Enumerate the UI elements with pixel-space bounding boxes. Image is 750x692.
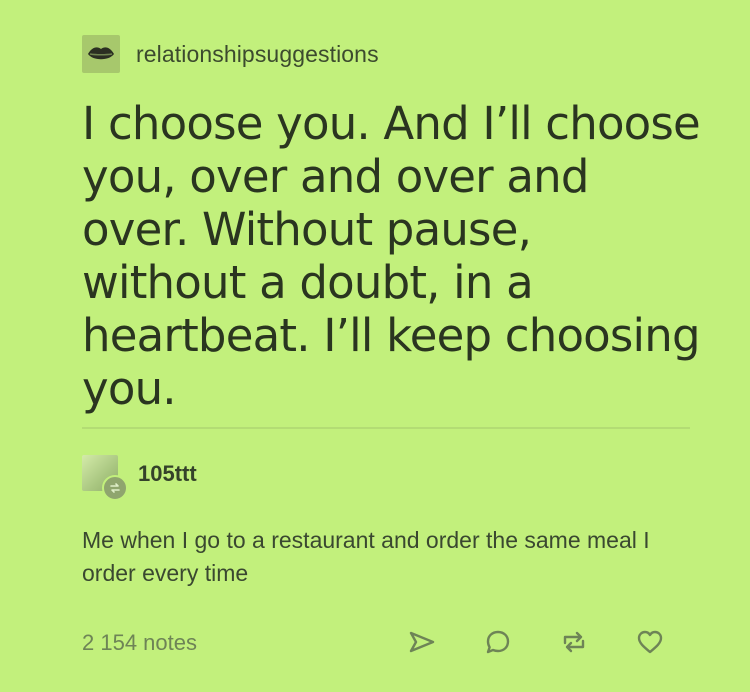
reply-header: 105ttt: [82, 455, 197, 501]
reblog-icon: [563, 631, 585, 653]
reply-button[interactable]: [482, 626, 514, 658]
post-card: relationshipsuggestions I choose you. An…: [0, 0, 750, 692]
heart-icon: [637, 630, 663, 654]
post-actions: [406, 626, 666, 658]
share-button[interactable]: [406, 626, 438, 658]
reply-avatar[interactable]: [82, 455, 128, 501]
reply-text: Me when I go to a restaurant and order t…: [82, 527, 650, 586]
reblog-badge-icon: [102, 475, 128, 501]
divider: [82, 427, 690, 429]
notes-count[interactable]: 2 154 notes: [82, 630, 197, 656]
lips-icon: [88, 47, 114, 60]
op-username[interactable]: relationshipsuggestions: [136, 41, 379, 68]
op-header: relationshipsuggestions: [82, 34, 379, 74]
comment-icon: [486, 630, 510, 654]
like-button[interactable]: [634, 626, 666, 658]
op-avatar[interactable]: [82, 35, 120, 73]
op-post-text: I choose you. And I’ll choose you, over …: [82, 97, 701, 415]
reblog-button[interactable]: [558, 626, 590, 658]
reply-username[interactable]: 105ttt: [138, 461, 197, 487]
send-icon: [409, 631, 435, 653]
